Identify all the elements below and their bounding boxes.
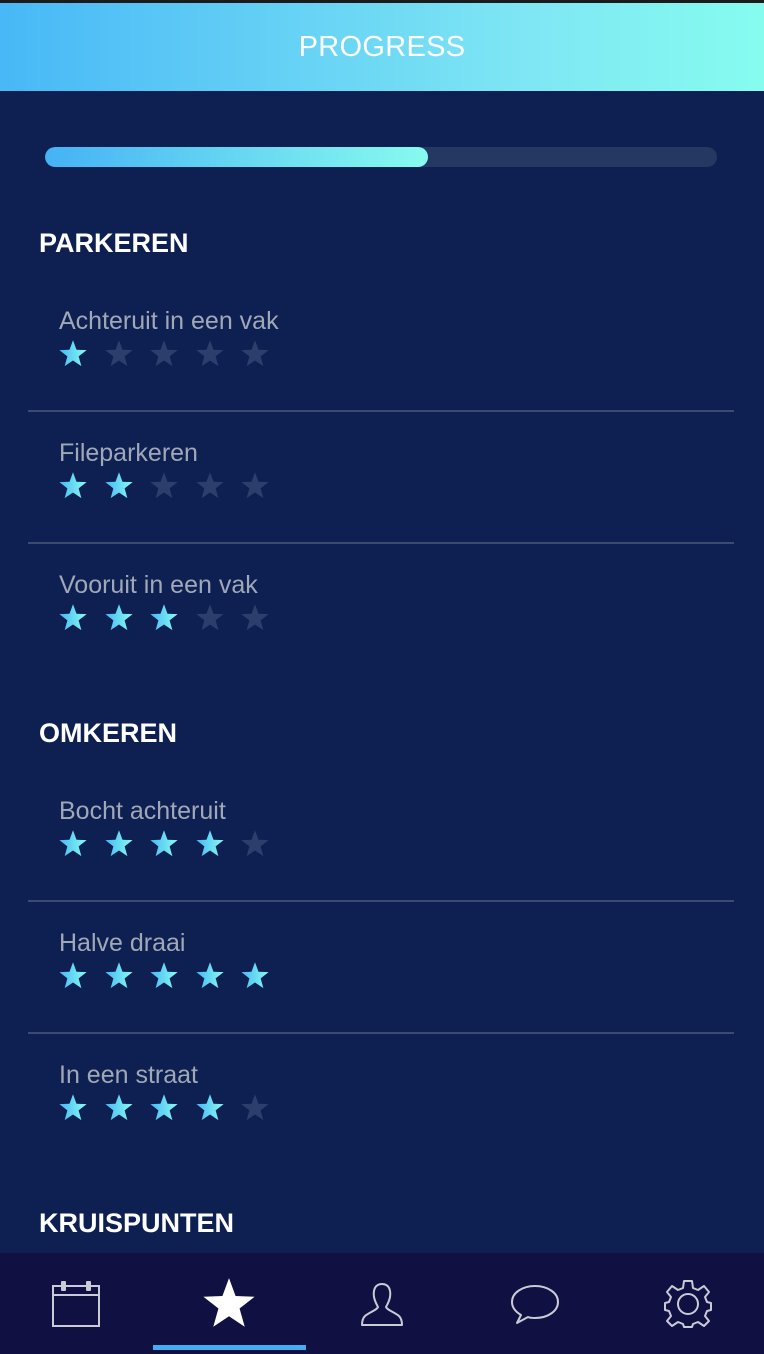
star-filled-icon [59,962,87,989]
skill-item-halve-draai[interactable]: Halve draai [28,929,734,1061]
user-icon [360,1281,404,1327]
star-filled-icon [59,472,87,499]
skill-item-fileparkeren[interactable]: Fileparkeren [28,439,734,571]
star-filled-icon [150,962,178,989]
tab-settings[interactable] [611,1253,764,1354]
star-empty-icon [241,472,269,499]
star-filled-icon [104,962,133,989]
star-filled-icon [59,830,87,857]
calendar-icon [51,1280,101,1328]
skill-label: Achteruit in een vak [59,307,279,335]
star-filled-icon [59,604,87,631]
section-title-kruispunten: KRUISPUNTEN [39,1208,235,1238]
star-empty-icon [150,472,178,499]
star-filled-icon [104,604,133,631]
star-empty-icon [104,340,133,367]
divider [28,1032,734,1034]
tab-progress[interactable] [152,1253,306,1354]
section-title-omkeren: OMKEREN [39,718,178,748]
star-empty-icon [241,340,269,367]
chat-bubble-icon [509,1283,561,1325]
star-filled-icon [150,604,178,631]
star-filled-icon [150,1094,178,1121]
section-title-parkeren: PARKEREN [39,228,189,258]
tab-messages[interactable] [458,1253,611,1354]
skill-label: In een straat [59,1061,198,1089]
star-rating [58,339,286,369]
progress-bar-fill [45,147,429,167]
star-empty-icon [195,604,224,631]
star-empty-icon [195,340,224,367]
star-rating [58,1093,286,1123]
star-filled-icon [59,1094,87,1121]
star-filled-icon [59,340,87,367]
star-rating [58,471,286,501]
star-rating [58,829,286,859]
overall-progress-bar [45,147,717,167]
page-title: PROGRESS [298,30,466,63]
divider [28,542,734,544]
skill-item-in-een-straat[interactable]: In een straat [28,1061,734,1193]
tab-calendar[interactable] [0,1253,153,1354]
gear-icon [663,1279,713,1329]
star-filled-icon [241,962,269,989]
app-header: PROGRESS [0,3,764,91]
divider [28,410,734,412]
star-icon [200,1277,258,1331]
star-filled-icon [104,1094,133,1121]
star-rating [58,961,286,991]
skill-label: Vooruit in een vak [59,571,258,599]
star-filled-icon [150,830,178,857]
star-empty-icon [150,340,178,367]
skill-item-bocht-achteruit[interactable]: Bocht achteruit [28,797,734,929]
star-rating [58,603,286,633]
skill-item-vooruit-in-een-vak[interactable]: Vooruit in een vak [28,571,734,703]
skill-label: Bocht achteruit [59,797,226,825]
star-filled-icon [104,830,133,857]
star-empty-icon [241,1094,269,1121]
star-filled-icon [195,962,224,989]
skill-label: Halve draai [59,929,186,957]
star-empty-icon [195,472,224,499]
skill-item-achteruit-in-een-vak[interactable]: Achteruit in een vak [28,307,734,439]
star-filled-icon [195,1094,224,1121]
skill-label: Fileparkeren [59,439,198,467]
divider [28,900,734,902]
star-filled-icon [195,830,224,857]
tab-profile[interactable] [306,1253,459,1354]
star-filled-icon [104,472,133,499]
bottom-tab-bar [0,1253,764,1354]
star-empty-icon [241,830,269,857]
active-tab-indicator [152,1345,306,1350]
star-empty-icon [241,604,269,631]
